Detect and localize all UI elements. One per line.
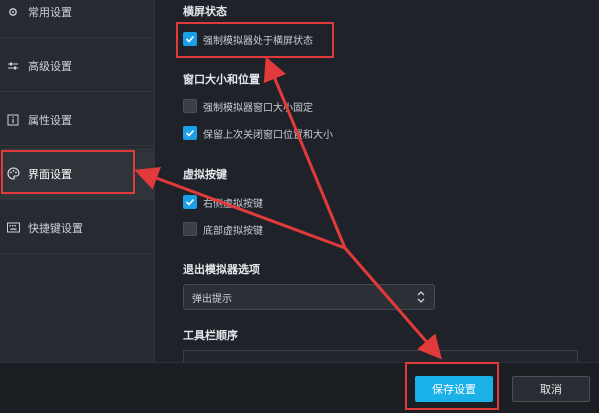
arrow-to-interface-tab <box>134 167 346 250</box>
arrow-to-landscape-option <box>263 56 347 249</box>
arrow-to-save-button <box>343 247 442 360</box>
annotation-arrows <box>134 56 442 360</box>
